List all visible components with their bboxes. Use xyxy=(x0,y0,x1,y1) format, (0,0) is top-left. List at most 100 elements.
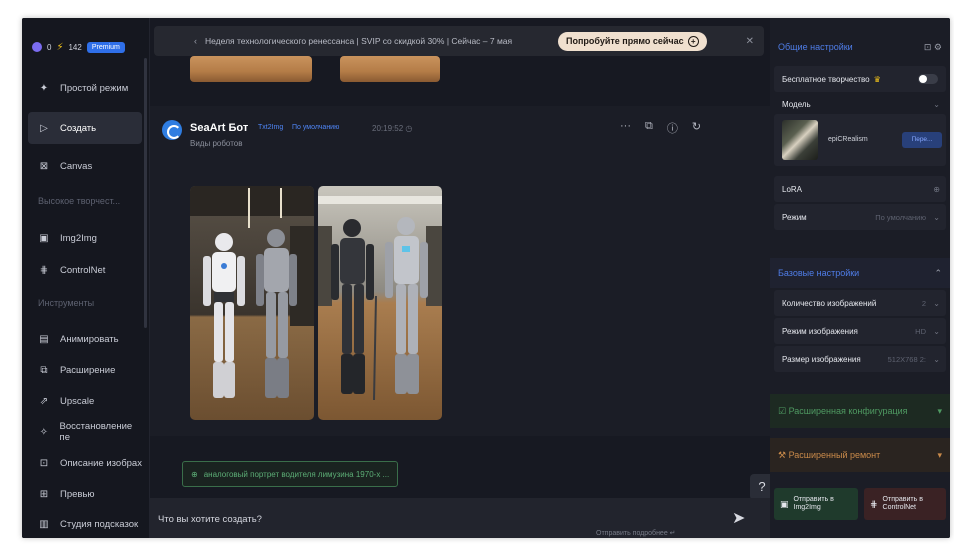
more-icon[interactable]: ··· xyxy=(620,120,631,136)
premium-badge[interactable]: Premium xyxy=(86,41,125,53)
input-hint: Отправить подробнее ↵ xyxy=(596,530,676,537)
send-to-controlnet-button[interactable]: ⋕ Отправить в ControlNet xyxy=(864,488,946,520)
close-icon[interactable]: ✕ xyxy=(746,36,754,47)
clock-icon: ◷ xyxy=(405,124,413,133)
prompt-chip-text: аналоговый портрет водителя лимузина 197… xyxy=(203,469,390,479)
image-count-row[interactable]: Количество изображений 2 ⌄ xyxy=(774,290,946,316)
free-creativity-row: Бесплатное творчество ♛ xyxy=(774,66,946,92)
settings-icons[interactable]: ⊡ ⚙ xyxy=(924,42,942,53)
image-ratio-text: 2: xyxy=(919,354,926,364)
sidebar-scrollbar[interactable] xyxy=(144,58,147,328)
image-icon: ▣ xyxy=(780,499,789,509)
generated-image-1[interactable] xyxy=(190,186,314,420)
app-window: 0 ⚡ 142 Premium ✦ Простой режим ▷ Создат… xyxy=(22,18,950,538)
previous-image-2[interactable] xyxy=(340,56,440,82)
previous-image-1[interactable] xyxy=(190,56,312,82)
mode-label: Режим xyxy=(782,212,807,222)
sidebar-item-label: ControlNet xyxy=(60,264,106,276)
extended-repair-header[interactable]: ⚒ Расширенный ремонт ▾ xyxy=(770,438,950,472)
model-name: epiCRealism xyxy=(828,136,868,143)
chevron-down-icon[interactable]: ▾ xyxy=(937,450,942,461)
chevron-down-icon[interactable]: ▾ xyxy=(937,406,942,417)
sidebar-item-simple-mode[interactable]: ✦ Простой режим xyxy=(28,72,142,104)
magic-wand-icon: ✧ xyxy=(39,426,48,438)
crown-icon: ♛ xyxy=(873,74,881,84)
chevron-down-icon[interactable]: ⌄ xyxy=(933,355,940,364)
chevron-down-icon[interactable]: ⌄ xyxy=(933,299,940,308)
sidebar-item-preview[interactable]: ⊞ Превью xyxy=(28,478,142,510)
sidebar-item-create[interactable]: ▷ Создать xyxy=(28,112,142,144)
base-settings-header-inner: Базовые настройки ⌃ xyxy=(770,258,950,288)
sidebar-item-describe[interactable]: ⊡ Описание изобрах xyxy=(28,447,142,479)
image-icon: ▣ xyxy=(39,232,49,244)
image-size-value: 512X768 2: xyxy=(888,355,926,364)
sidebar-item-label: Простой режим xyxy=(60,82,129,94)
image-mode-row[interactable]: Режим изображения HD ⌄ xyxy=(774,318,946,344)
chevron-down-icon[interactable]: ⌄ xyxy=(933,100,940,109)
sidebar-item-upscale[interactable]: ⇗ Upscale xyxy=(28,385,142,417)
play-icon: ▷ xyxy=(40,122,48,134)
base-settings-header[interactable]: Базовые настройки ⌃ xyxy=(770,258,950,288)
sidebar-item-restore[interactable]: ✧ Восстановление пе xyxy=(28,416,142,448)
extended-config-inner: ☑ Расширенная конфигурация ▾ xyxy=(770,396,950,426)
refresh-icon[interactable]: ↻ xyxy=(692,120,701,136)
free-creativity-toggle[interactable] xyxy=(918,74,938,84)
general-settings-header[interactable]: Общие настройки ⊡ ⚙ xyxy=(770,32,950,62)
sidebar-item-controlnet[interactable]: ⋕ ControlNet xyxy=(28,254,142,286)
section-high-creativity: Высокое творчест... xyxy=(38,196,121,206)
chevron-down-icon[interactable]: ⌄ xyxy=(933,327,940,336)
info-icon[interactable]: ⓘ xyxy=(667,120,678,136)
robots-image-2 xyxy=(318,186,442,420)
extended-config-header[interactable]: ☑ Расширенная конфигурация ▾ xyxy=(770,394,950,428)
model-thumbnail xyxy=(782,120,818,160)
image-size-row[interactable]: Размер изображения 512X768 2: ⌄ xyxy=(774,346,946,372)
canvas-icon: ⊠ xyxy=(39,160,49,172)
switch-model-button[interactable]: Пере... xyxy=(902,132,942,148)
image-mode-label: Режим изображения xyxy=(782,326,858,336)
generated-image-2[interactable] xyxy=(318,186,442,420)
prompt-input[interactable] xyxy=(158,510,578,528)
energy-count: 142 xyxy=(68,42,82,52)
general-settings-label: Общие настройки xyxy=(778,42,853,52)
sidebar-item-label: Canvas xyxy=(60,160,93,172)
extended-repair-text: Расширенный ремонт xyxy=(788,449,881,460)
model-label-row: Модель ⌄ xyxy=(774,94,946,114)
message-time-text: 20:19:52 xyxy=(372,124,404,133)
lora-row[interactable]: LoRA ⊕ xyxy=(774,176,946,202)
send-icon[interactable]: ➤ xyxy=(732,508,745,528)
bot-message: SeaArt Бот Txt2Img По умолчанию 20:19:52… xyxy=(150,106,770,436)
image-count-value: 2 xyxy=(921,298,926,308)
film-icon: ▤ xyxy=(39,333,49,345)
sidebar-item-expand[interactable]: ⧉ Расширение xyxy=(28,354,142,386)
sidebar-item-label: Расширение xyxy=(60,364,116,376)
controlnet-icon: ⋕ xyxy=(39,264,49,276)
sidebar-item-prompt-studio[interactable]: ▥ Студия подсказок xyxy=(28,508,142,538)
mode-row[interactable]: Режим По умолчанию ⌄ xyxy=(774,204,946,230)
image-size-text: 512X768 xyxy=(887,354,918,364)
expand-icon: ⧉ xyxy=(40,364,48,376)
sidebar-item-animate[interactable]: ▤ Анимировать xyxy=(28,323,142,355)
sidebar-item-canvas[interactable]: ⊠ Canvas xyxy=(28,150,142,182)
section-tools: Инструменты xyxy=(38,298,95,308)
suggested-prompt-chip[interactable]: ⊕ аналоговый портрет водителя лимузина 1… xyxy=(182,461,398,487)
sidebar: 0 ⚡ 142 Premium ✦ Простой режим ▷ Создат… xyxy=(22,18,150,538)
add-icon[interactable]: ⊕ xyxy=(933,185,940,194)
energy-icon: ⚡ xyxy=(56,41,64,53)
model-selector[interactable]: epiCRealism Пере... xyxy=(774,114,946,166)
controlnet-icon: ⋕ xyxy=(870,499,878,509)
extended-config-label: ☑ Расширенная конфигурация xyxy=(778,405,908,416)
copy-icon[interactable]: ⧉ xyxy=(645,120,653,136)
sidebar-item-label: Анимировать xyxy=(60,333,119,345)
image-mode-value: HD xyxy=(915,326,926,336)
promo-text: Неделя технологического ренессанса | SVI… xyxy=(205,36,513,46)
preview-icon: ⊞ xyxy=(39,488,49,500)
chevron-down-icon[interactable]: ⌄ xyxy=(933,213,940,222)
chevron-left-icon[interactable]: ‹ xyxy=(194,36,197,46)
try-now-button[interactable]: Попробуйте прямо сейчас + xyxy=(558,31,707,51)
chevron-up-icon[interactable]: ⌃ xyxy=(934,268,942,279)
send-to-controlnet-label: Отправить в ControlNet xyxy=(882,496,923,511)
sidebar-item-img2img[interactable]: ▣ Img2Img xyxy=(28,222,142,254)
send-to-img2img-button[interactable]: ▣ Отправить в Img2Img xyxy=(774,488,858,520)
promo-banner: ‹ Неделя технологического ренессанса | S… xyxy=(154,26,764,56)
extended-repair-inner: ⚒ Расширенный ремонт ▾ xyxy=(770,440,950,470)
